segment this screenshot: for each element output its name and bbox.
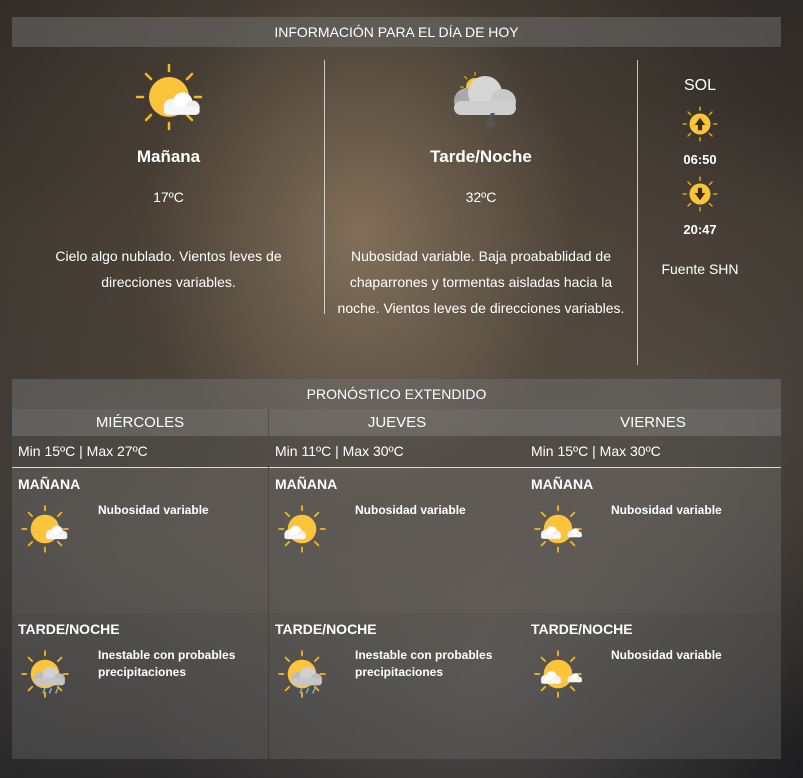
sunset-icon [682, 176, 718, 212]
slot-label: MAÑANA [18, 476, 81, 492]
evening-slot: TARDE/NOCHE Inestable con probables prec… [269, 613, 525, 759]
sun-title: SOL [683, 77, 716, 94]
slot-label: TARDE/NOCHE [18, 621, 120, 637]
sun-rain-cloud-icon [278, 650, 326, 698]
sunrise-icon [682, 106, 718, 142]
sun-cloud-icon [534, 505, 582, 553]
day-min-max: Min 15ºC | Max 30ºC [525, 436, 781, 468]
today-header: INFORMACIÓN PARA EL DÍA DE HOY [12, 17, 781, 47]
evening-title: Tarde/Noche [430, 147, 532, 166]
slot-desc: Nubosidad variable [611, 503, 722, 517]
today-panel: Mañana 17ºC Cielo algo nublado. Vientos … [12, 47, 781, 372]
morning-slot: MAÑANA Nubosidad variable [12, 468, 268, 613]
slot-desc: Nubosidad variable [98, 503, 209, 517]
day-min-max: Min 15ºC | Max 27ºC [12, 436, 268, 468]
slot-label: TARDE/NOCHE [531, 621, 633, 637]
sun-cloud-icon [21, 505, 69, 553]
sun-source: Fuente SHN [661, 261, 739, 277]
sun-cloud-icon [135, 63, 202, 131]
day-name: JUEVES [269, 409, 525, 436]
day-min-max: Min 11ºC | Max 30ºC [269, 436, 525, 468]
slot-desc: Inestable con probables precipitaciones [355, 648, 493, 679]
sun-rain-cloud-icon [21, 650, 69, 698]
morning-desc: Cielo algo nublado. Vientos leves de dir… [55, 248, 282, 290]
morning-slot: MAÑANA Nubosidad variable [525, 468, 781, 613]
sun-cloud-icon [278, 505, 326, 553]
evening-slot: TARDE/NOCHE Nubosidad variable [525, 613, 781, 759]
slot-label: MAÑANA [275, 476, 338, 492]
slot-label: MAÑANA [531, 476, 594, 492]
slot-desc: Inestable con probables precipitaciones [98, 648, 236, 679]
today-morning: Mañana 17ºC Cielo algo nublado. Vientos … [12, 47, 325, 295]
evening-slot: TARDE/NOCHE Inestable con probables prec… [12, 613, 268, 759]
slot-label: TARDE/NOCHE [275, 621, 377, 637]
today-sun: SOL 06:50 20:47 Fuente SHN [638, 47, 762, 277]
morning-slot: MAÑANA Nubosidad variable [269, 468, 525, 613]
slot-desc: Nubosidad variable [355, 503, 466, 517]
day-name: VIERNES [525, 409, 781, 436]
slot-desc: Nubosidad variable [611, 648, 722, 662]
morning-temp: 17ºC [153, 189, 184, 205]
today-evening: Tarde/Noche 32ºC Nubosidad variable. Baj… [325, 47, 637, 321]
forecast-day-friday: VIERNES Min 15ºC | Max 30ºC MAÑANA Nubos… [525, 409, 781, 759]
extended-header: PRONÓSTICO EXTENDIDO [12, 379, 781, 409]
sunrise-time: 06:50 [683, 152, 717, 167]
evening-desc: Nubosidad variable. Baja proabablidad de… [337, 248, 625, 316]
forecast-day-thursday: JUEVES Min 11ºC | Max 30ºC MAÑANA Nubosi… [269, 409, 525, 759]
day-name: MIÉRCOLES [12, 409, 268, 436]
sun-cloud-icon [534, 650, 582, 698]
forecast-day-wednesday: MIÉRCOLES Min 15ºC | Max 27ºC MAÑANA Nub… [12, 409, 268, 759]
sunset-time: 20:47 [683, 222, 717, 237]
morning-title: Mañana [136, 147, 201, 166]
extended-forecast: MIÉRCOLES Min 15ºC | Max 27ºC MAÑANA Nub… [12, 409, 781, 759]
storm-cloud-icon [454, 72, 516, 137]
evening-temp: 32ºC [465, 189, 497, 205]
